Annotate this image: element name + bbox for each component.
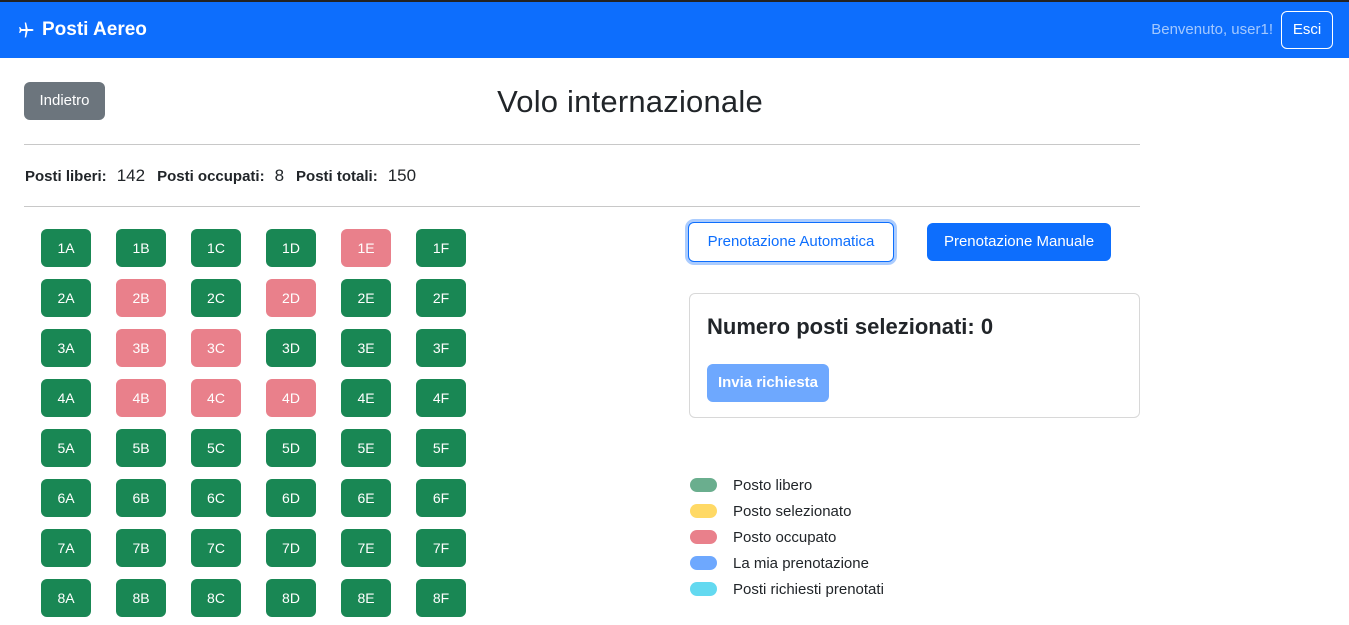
brand-name: Posti Aereo <box>42 19 147 40</box>
seat-3c: 3C <box>191 329 241 367</box>
seat-6a[interactable]: 6A <box>41 479 91 517</box>
seat-4f[interactable]: 4F <box>416 379 466 417</box>
seat-1a[interactable]: 1A <box>41 229 91 267</box>
total-seats-label: Posti totali: <box>296 167 378 185</box>
seat-2b: 2B <box>116 279 166 317</box>
divider <box>24 206 1140 207</box>
legend-item: Posto libero <box>690 472 884 498</box>
legend-swatch <box>690 556 717 570</box>
seat-2c[interactable]: 2C <box>191 279 241 317</box>
seat-1f[interactable]: 1F <box>416 229 466 267</box>
legend-item: Posti richiesti prenotati <box>690 576 884 602</box>
automatic-booking-button[interactable]: Prenotazione Automatica <box>688 222 894 262</box>
legend-label: Posto libero <box>733 476 813 494</box>
seat-3a[interactable]: 3A <box>41 329 91 367</box>
legend-swatch <box>690 478 717 492</box>
seat-4d: 4D <box>266 379 316 417</box>
brand-link[interactable]: Posti Aereo <box>16 2 147 58</box>
manual-booking-button[interactable]: Prenotazione Manuale <box>927 223 1111 261</box>
seat-3e[interactable]: 3E <box>341 329 391 367</box>
divider <box>24 144 1140 145</box>
seat-2d: 2D <box>266 279 316 317</box>
send-request-button[interactable]: Invia richiesta <box>707 364 829 402</box>
seat-5e[interactable]: 5E <box>341 429 391 467</box>
seat-7c[interactable]: 7C <box>191 529 241 567</box>
seat-4b: 4B <box>116 379 166 417</box>
seat-3d[interactable]: 3D <box>266 329 316 367</box>
airplane-icon <box>19 22 34 38</box>
seat-8d[interactable]: 8D <box>266 579 316 617</box>
seat-5d[interactable]: 5D <box>266 429 316 467</box>
seat-5f[interactable]: 5F <box>416 429 466 467</box>
free-seats-value: 142 <box>116 166 146 185</box>
seat-5a[interactable]: 5A <box>41 429 91 467</box>
seat-8a[interactable]: 8A <box>41 579 91 617</box>
seat-2f[interactable]: 2F <box>416 279 466 317</box>
legend-label: Posti richiesti prenotati <box>733 580 884 598</box>
seat-7a[interactable]: 7A <box>41 529 91 567</box>
seat-4e[interactable]: 4E <box>341 379 391 417</box>
seat-6d[interactable]: 6D <box>266 479 316 517</box>
legend-swatch <box>690 530 717 544</box>
seat-6e[interactable]: 6E <box>341 479 391 517</box>
seat-4c: 4C <box>191 379 241 417</box>
seat-8f[interactable]: 8F <box>416 579 466 617</box>
seat-1c[interactable]: 1C <box>191 229 241 267</box>
seat-6c[interactable]: 6C <box>191 479 241 517</box>
seat-1d[interactable]: 1D <box>266 229 316 267</box>
selection-card: Numero posti selezionati: 0 Invia richie… <box>689 293 1140 418</box>
total-seats-value: 150 <box>387 166 417 185</box>
seat-6f[interactable]: 6F <box>416 479 466 517</box>
legend-item: Posto selezionato <box>690 498 884 524</box>
seat-6b[interactable]: 6B <box>116 479 166 517</box>
seat-4a[interactable]: 4A <box>41 379 91 417</box>
logout-button[interactable]: Esci <box>1281 11 1333 49</box>
legend-label: Posto occupato <box>733 528 837 546</box>
seat-3b: 3B <box>116 329 166 367</box>
welcome-text: Benvenuto, user1! <box>1151 21 1273 38</box>
seat-8b[interactable]: 8B <box>116 579 166 617</box>
seat-5c[interactable]: 5C <box>191 429 241 467</box>
seat-7b[interactable]: 7B <box>116 529 166 567</box>
seat-7d[interactable]: 7D <box>266 529 316 567</box>
seat-stats: Posti liberi: 142 Posti occupati: 8 Post… <box>25 164 428 188</box>
free-seats-label: Posti liberi: <box>25 167 107 185</box>
seat-legend: Posto libero Posto selezionato Posto occup… <box>690 472 884 602</box>
legend-label: Posto selezionato <box>733 502 852 520</box>
legend-label: La mia prenotazione <box>733 554 869 572</box>
legend-swatch <box>690 582 717 596</box>
occupied-seats-value: 8 <box>274 166 285 185</box>
seat-8e[interactable]: 8E <box>341 579 391 617</box>
seat-map: 1A 1B 1C 1D 1E 1F 2A 2B 2C 2D 2E 2F 3A 3B 3C 3D 3E 3F 4A 4B… <box>41 229 466 617</box>
navbar: Posti Aereo Benvenuto, user1! Esci <box>0 2 1349 58</box>
seat-7f[interactable]: 7F <box>416 529 466 567</box>
seat-5b[interactable]: 5B <box>116 429 166 467</box>
legend-item: La mia prenotazione <box>690 550 884 576</box>
seat-8c[interactable]: 8C <box>191 579 241 617</box>
seat-1b[interactable]: 1B <box>116 229 166 267</box>
legend-item: Posto occupato <box>690 524 884 550</box>
legend-swatch <box>690 504 717 518</box>
seat-7e[interactable]: 7E <box>341 529 391 567</box>
page-title: Volo internazionale <box>497 84 763 119</box>
seat-2a[interactable]: 2A <box>41 279 91 317</box>
seat-1e: 1E <box>341 229 391 267</box>
seat-3f[interactable]: 3F <box>416 329 466 367</box>
selected-seats-count: Numero posti selezionati: 0 <box>707 314 994 339</box>
occupied-seats-label: Posti occupati: <box>157 167 265 185</box>
seat-2e[interactable]: 2E <box>341 279 391 317</box>
